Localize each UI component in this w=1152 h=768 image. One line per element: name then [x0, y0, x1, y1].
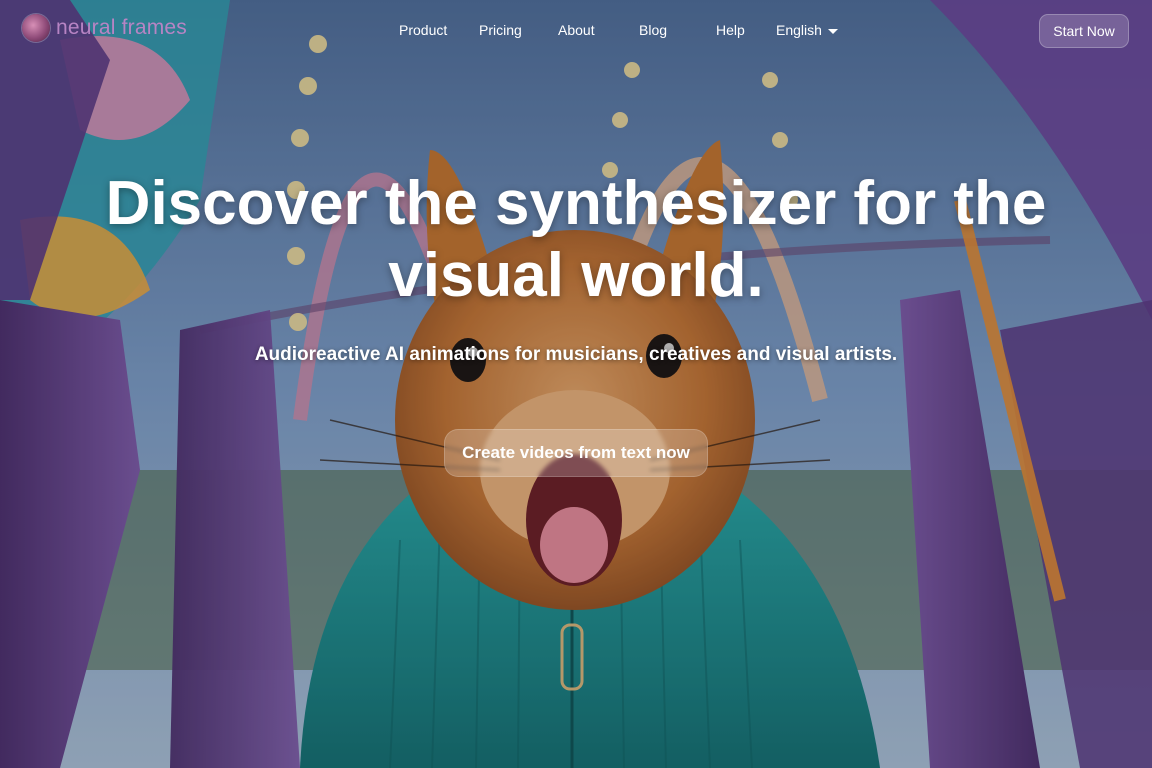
start-now-button[interactable]: Start Now	[1039, 14, 1129, 48]
hero-dim-overlay	[0, 0, 1152, 768]
chevron-down-icon	[827, 28, 838, 34]
nav-link-product[interactable]: Product	[399, 22, 447, 38]
create-videos-button[interactable]: Create videos from text now	[444, 429, 708, 477]
nav-link-about[interactable]: About	[558, 22, 595, 38]
top-navigation: neural frames Product Pricing About Blog…	[0, 0, 1152, 62]
nav-link-pricing[interactable]: Pricing	[479, 22, 522, 38]
landing-page: neural frames Product Pricing About Blog…	[0, 0, 1152, 768]
language-selected-value: English	[776, 22, 822, 38]
hero-subheadline: Audioreactive AI animations for musician…	[254, 344, 898, 365]
nav-link-blog[interactable]: Blog	[639, 22, 667, 38]
nav-link-help[interactable]: Help	[716, 22, 745, 38]
nav-links: Product Pricing About Blog Help English	[0, 22, 1152, 42]
hero-headline: Discover the synthesizer for the visual …	[105, 169, 1047, 310]
language-select[interactable]: English	[776, 22, 838, 38]
